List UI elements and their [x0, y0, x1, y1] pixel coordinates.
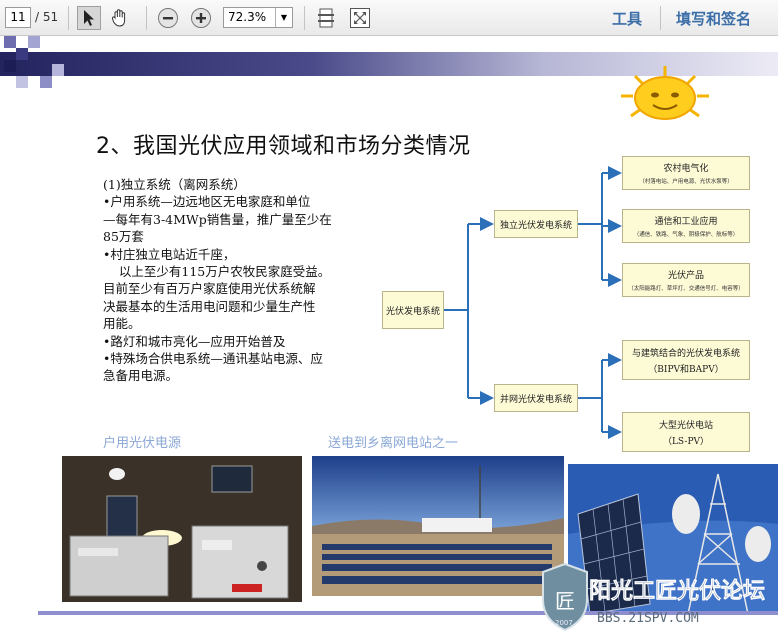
diagram-node-label: （LS-PV）	[662, 436, 710, 447]
diagram-node-root: 光伏发电系统	[382, 291, 444, 329]
body-line: •路灯和城市亮化—应用开始普及	[103, 333, 286, 349]
toolbar-divider	[146, 6, 147, 30]
diagram-node-label: 光伏产品	[667, 271, 704, 281]
hand-icon[interactable]	[108, 6, 132, 30]
body-line: •特殊场合供电系统—通讯基站电源、应	[103, 351, 323, 367]
diagram-node-label: （BIPV和BAPV）	[648, 364, 724, 375]
body-line: 目前至少有百万户家庭使用光伏系统解	[103, 281, 316, 297]
caption-household: 户用光伏电源	[103, 436, 182, 451]
decor-square	[4, 36, 16, 48]
diagram-node-label: 并网光伏发电系统	[499, 394, 572, 405]
body-line: 急备用电源。	[103, 368, 179, 384]
page-number-input[interactable]: 11	[5, 7, 31, 28]
diagram-node-products: 光伏产品 （太阳能路灯、草坪灯、交通信号灯、电容等）	[622, 263, 750, 297]
sun-icon	[621, 66, 709, 120]
body-line: —每年有3-4MWp销售量，推广量至少在	[103, 211, 332, 227]
diagram-node-sublabel: （太阳能路灯、草坪灯、交通信号灯、电容等）	[628, 286, 744, 292]
logo-url: BBS.21SPV.COM	[597, 611, 699, 626]
chevron-down-icon[interactable]: ▼	[275, 8, 292, 27]
select-arrow-icon[interactable]	[77, 6, 101, 30]
diagram-node-lspv: 大型光伏电站 （LS-PV）	[622, 412, 750, 452]
body-line: 用能。	[103, 316, 141, 332]
logo-year: 2007	[555, 619, 573, 627]
diagram-node-industrial: 通信和工业应用 （通信、铁路、气象、阴极保护、航标等）	[622, 209, 750, 243]
toolbar-divider	[660, 6, 661, 30]
toolbar-divider	[68, 6, 69, 30]
page-total-label: / 51	[35, 10, 59, 24]
body-line: •户用系统—边远地区无电家庭和单位	[103, 194, 311, 210]
caption-station: 送电到乡离网电站之一	[328, 436, 459, 451]
slide-page: 2、我国光伏应用领域和市场分类情况 (1)独立系统（离网系统） •户用系统—边远…	[0, 36, 778, 638]
decor-square	[4, 60, 16, 72]
diagram-node-label: 独立光伏发电系统	[499, 220, 572, 231]
body-line: 以上至少有115万户农牧民家庭受益。	[103, 264, 331, 280]
body-line: 决最基本的生活用电问题和少量生产性	[103, 298, 316, 314]
body-line: •村庄独立电站近千座，	[103, 246, 236, 262]
body-line: 85万套	[103, 229, 144, 245]
fill-and-sign-button[interactable]: 填写和签名	[676, 8, 751, 29]
pdf-toolbar: 11 / 51 72.3% ▼ 工具 填写和签名	[0, 0, 778, 36]
diagram-node-label: 光伏发电系统	[385, 306, 440, 317]
svg-text:匠: 匠	[555, 589, 575, 613]
diagram-node-sublabel: （村落电站、户用电源、光伏水泵等）	[639, 179, 733, 185]
diagram-node-label: 农村电气化	[663, 164, 709, 174]
zoom-level-select[interactable]: 72.3% ▼	[223, 7, 293, 28]
logo-title: 阳光工匠光伏论坛	[589, 578, 765, 604]
diagram-node-label: 与建筑结合的光伏发电系统	[631, 348, 740, 359]
diagram-node-standalone: 独立光伏发电系统	[494, 210, 578, 238]
diagram-node-rural: 农村电气化 （村落电站、户用电源、光伏水泵等）	[622, 156, 750, 190]
diagram-node-label: 大型光伏电站	[658, 420, 713, 431]
decor-square	[16, 76, 28, 88]
diagram-node-label: 通信和工业应用	[654, 217, 718, 227]
forum-logo: 匠 2007 阳光工匠光伏论坛 BBS.21SPV.COM	[525, 554, 778, 638]
diagram-node-bipv: 与建筑结合的光伏发电系统 （BIPV和BAPV）	[622, 340, 750, 380]
decor-square	[40, 76, 52, 88]
decor-square	[52, 64, 64, 76]
body-text: (1)独立系统（离网系统） •户用系统—边远地区无电家庭和单位 —每年有3-4M…	[103, 176, 383, 385]
diagram-node-sublabel: （通信、铁路、气象、阴极保护、航标等）	[633, 232, 739, 238]
zoom-in-icon[interactable]	[189, 6, 213, 30]
fit-page-icon[interactable]	[314, 6, 338, 30]
diagram-node-grid: 并网光伏发电系统	[494, 384, 578, 412]
decor-square	[16, 48, 28, 60]
decor-square	[28, 36, 40, 48]
full-screen-icon[interactable]	[348, 6, 372, 30]
tools-button[interactable]: 工具	[612, 8, 642, 29]
zoom-level-value: 72.3%	[228, 10, 267, 24]
body-line: (1)独立系统（离网系统）	[103, 177, 246, 192]
photo-household-pv	[62, 456, 302, 602]
toolbar-divider	[304, 6, 305, 30]
zoom-out-icon[interactable]	[156, 6, 180, 30]
